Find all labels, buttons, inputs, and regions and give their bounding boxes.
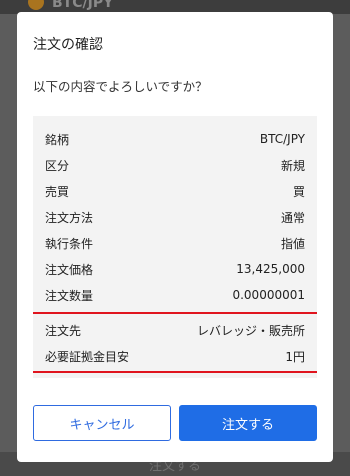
row-label: 売買: [45, 184, 70, 199]
row-value: 13,425,000: [236, 262, 305, 276]
detail-row-order-quantity: 注文数量 0.00000001: [33, 282, 317, 308]
row-label: 執行条件: [45, 236, 94, 251]
row-value: 新規: [280, 158, 305, 173]
row-label: 区分: [45, 158, 70, 173]
detail-row-order-method: 注文方法 通常: [33, 204, 317, 230]
row-label: 必要証拠金目安: [45, 349, 130, 364]
row-value: 1円: [285, 349, 305, 364]
row-label: 注文数量: [45, 288, 94, 303]
row-value: レバレッジ・販売所: [196, 323, 305, 338]
row-label: 注文先: [45, 323, 82, 338]
cancel-button[interactable]: キャンセル: [33, 405, 171, 441]
row-value: 0.00000001: [232, 288, 305, 302]
dialog-prompt: 以下の内容でよろしいですか？: [33, 79, 208, 94]
row-label: 注文価格: [45, 262, 94, 277]
row-value: 指値: [280, 236, 305, 251]
dialog-title: 注文の確認: [33, 37, 103, 53]
row-value: 買: [292, 184, 305, 199]
order-detail-panel: 銘柄 BTC/JPY 区分 新規 売買 買 注文方法 通常 執行条件 指値 注文…: [33, 116, 317, 378]
background-pair-label: BTC/JPY: [52, 0, 114, 11]
row-label: 注文方法: [45, 210, 94, 225]
row-value: BTC/JPY: [259, 132, 305, 146]
detail-row-order-price: 注文価格 13,425,000: [33, 256, 317, 282]
margin-highlight-underline: [33, 371, 317, 373]
detail-row-symbol: 銘柄 BTC/JPY: [33, 126, 317, 152]
detail-row-side: 売買 買: [33, 178, 317, 204]
detail-row-destination: 注文先 レバレッジ・販売所: [33, 317, 317, 343]
detail-row-category: 区分 新規: [33, 152, 317, 178]
quantity-highlight-underline: [33, 312, 317, 314]
row-value: 通常: [280, 210, 305, 225]
detail-row-required-margin: 必要証拠金目安 1円: [33, 343, 317, 369]
submit-order-button[interactable]: 注文する: [179, 405, 317, 441]
detail-row-execution-condition: 執行条件 指値: [33, 230, 317, 256]
row-label: 銘柄: [45, 132, 70, 147]
order-confirmation-dialog: 注文の確認 以下の内容でよろしいですか？ 銘柄 BTC/JPY 区分 新規 売買…: [17, 12, 333, 462]
